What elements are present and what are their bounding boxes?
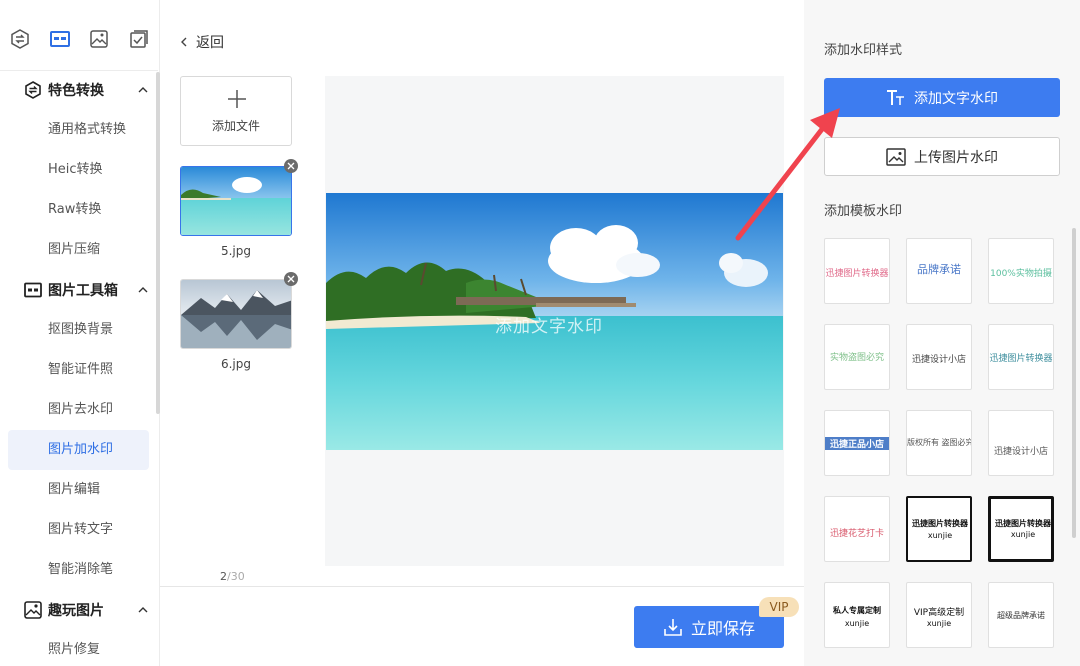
template-label: 100%实物拍摄	[990, 269, 1052, 279]
upload-image-watermark-button[interactable]: 上传图片水印	[824, 137, 1060, 176]
template-sub: xunjie	[1010, 530, 1036, 539]
beach-thumbnail-image	[181, 167, 291, 235]
toolbox-icon	[24, 281, 42, 299]
sidebar-item-photo-repair[interactable]: 照片修复	[48, 640, 100, 660]
bottom-divider	[160, 586, 804, 587]
remove-file-button[interactable]	[284, 272, 298, 286]
lake-thumbnail-image	[181, 280, 291, 348]
text-tt-icon	[887, 89, 904, 105]
template-label: 实物盗图必究	[829, 353, 884, 363]
style-section-title: 添加水印样式	[824, 43, 903, 58]
template-card[interactable]: 迅捷花艺打卡	[824, 496, 890, 562]
section-label: 图片工具箱	[48, 283, 118, 299]
template-label: 私人专属定制	[833, 606, 881, 615]
vip-badge: VIP	[759, 597, 799, 617]
sidebar-item-eraser[interactable]: 智能消除笔	[48, 560, 113, 580]
image-upload-icon	[886, 147, 906, 166]
template-label: VIP高级定制	[913, 608, 965, 618]
template-card[interactable]: 私人专属定制 xunjie	[824, 582, 890, 648]
page-counter: 2/30	[220, 570, 245, 583]
sidebar-item-format-convert[interactable]: 通用格式转换	[48, 120, 126, 140]
template-card[interactable]: 品牌承诺	[906, 238, 972, 304]
task-mode-icon[interactable]	[127, 26, 151, 52]
sidebar: 特色转换 通用格式转换 Heic转换 Raw转换 图片压缩 图片工具箱 抠图换背…	[0, 0, 160, 666]
template-card[interactable]: 实物盗图必究	[824, 324, 890, 390]
template-card[interactable]: 迅捷图片转换器	[988, 324, 1054, 390]
image-fun-icon	[24, 601, 42, 619]
remove-file-button[interactable]	[284, 159, 298, 173]
template-label: 迅捷图片转换器	[912, 519, 968, 528]
template-card[interactable]: 迅捷图片转换器 xunjie	[988, 496, 1054, 562]
template-card[interactable]: 迅捷图片转换器 xunjie	[906, 496, 972, 562]
section-special-convert[interactable]: 特色转换	[24, 80, 150, 100]
back-button[interactable]: 返回	[178, 32, 224, 52]
file-name: 5.jpg	[220, 244, 252, 258]
section-label: 特色转换	[48, 83, 104, 99]
template-card[interactable]: 版权所有 盗图必究	[906, 410, 972, 476]
add-file-label: 添加文件	[211, 119, 260, 133]
template-section-title: 添加模板水印	[824, 204, 903, 219]
panel-scrollbar[interactable]	[1072, 228, 1076, 538]
save-label: 立即保存	[690, 619, 755, 638]
toolbox-mode-icon[interactable]	[48, 26, 72, 52]
template-label: 迅捷正品小店	[825, 437, 889, 450]
file-thumbnail[interactable]	[180, 279, 292, 349]
page-current: 2	[220, 570, 227, 583]
template-label: 品牌承诺	[917, 263, 961, 276]
sidebar-item-cutout[interactable]: 抠图换背景	[48, 320, 113, 340]
section-fun-images[interactable]: 趣玩图片	[24, 600, 150, 620]
sidebar-item-remove-watermark[interactable]: 图片去水印	[48, 400, 113, 420]
template-label: 迅捷图片转换器	[995, 519, 1051, 528]
template-sub: xunjie	[926, 619, 952, 628]
sidebar-item-compress[interactable]: 图片压缩	[48, 240, 100, 260]
add-file-button[interactable]: 添加文件	[180, 76, 292, 146]
sidebar-divider	[0, 70, 158, 71]
image-mode-icon[interactable]	[87, 26, 111, 52]
template-label: 迅捷设计小店	[993, 447, 1048, 457]
template-card[interactable]: 迅捷正品小店	[824, 410, 890, 476]
chevron-up-icon[interactable]	[136, 83, 150, 97]
sidebar-top-icons	[0, 26, 160, 56]
close-icon	[287, 275, 295, 283]
exchange-icon	[24, 81, 42, 99]
chevron-up-icon[interactable]	[136, 283, 150, 297]
chevron-up-icon[interactable]	[136, 603, 150, 617]
close-icon	[287, 162, 295, 170]
template-card[interactable]: 迅捷设计小店	[988, 410, 1054, 476]
section-label: 趣玩图片	[48, 603, 104, 619]
template-label: 版权所有 盗图必究	[907, 438, 972, 447]
sidebar-item-add-watermark[interactable]: 图片加水印	[48, 440, 113, 460]
back-label: 返回	[196, 35, 224, 51]
template-label: 迅捷设计小店	[911, 355, 966, 365]
sidebar-item-heic[interactable]: Heic转换	[48, 160, 103, 180]
template-card[interactable]: 100%实物拍摄	[988, 238, 1054, 304]
template-label: 迅捷图片转换器	[989, 354, 1053, 364]
plus-icon	[228, 90, 246, 108]
template-sub: xunjie	[927, 531, 953, 540]
download-icon	[664, 619, 682, 636]
page-total: /30	[227, 570, 245, 583]
sidebar-item-edit[interactable]: 图片编辑	[48, 480, 100, 500]
add-text-watermark-button[interactable]: 添加文字水印	[824, 78, 1060, 117]
section-toolbox[interactable]: 图片工具箱	[24, 280, 150, 300]
watermark-text-preview[interactable]: 添加文字水印	[495, 312, 603, 337]
template-label: 迅捷图片转换器	[825, 269, 889, 279]
template-label: 超级品牌承诺	[997, 611, 1045, 620]
chevron-left-icon	[181, 37, 187, 47]
template-card[interactable]: 迅捷图片转换器	[824, 238, 890, 304]
file-name: 6.jpg	[220, 357, 252, 371]
sidebar-item-raw[interactable]: Raw转换	[48, 200, 101, 220]
add-text-watermark-label: 添加文字水印	[914, 90, 998, 107]
file-thumbnail[interactable]	[180, 166, 292, 236]
template-card[interactable]: VIP高级定制 xunjie	[906, 582, 972, 648]
sidebar-item-id-photo[interactable]: 智能证件照	[48, 360, 113, 380]
template-label: 迅捷花艺打卡	[829, 529, 884, 539]
template-sub: xunjie	[844, 619, 870, 628]
template-card[interactable]: 超级品牌承诺	[988, 582, 1054, 648]
upload-image-watermark-label: 上传图片水印	[914, 149, 998, 166]
sidebar-item-ocr[interactable]: 图片转文字	[48, 520, 113, 540]
convert-mode-icon[interactable]	[8, 26, 32, 52]
template-card[interactable]: 迅捷设计小店	[906, 324, 972, 390]
